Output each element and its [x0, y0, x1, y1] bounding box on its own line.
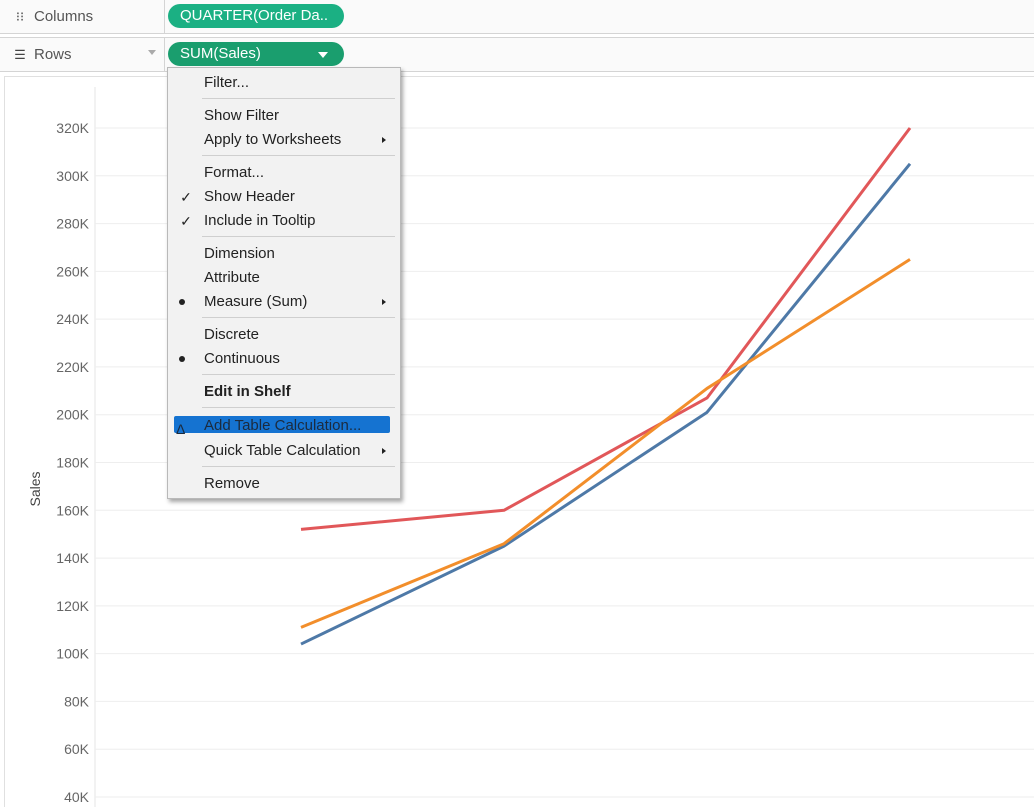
menu-item-format[interactable]: Format...	[168, 161, 400, 185]
y-tick-label: 100K	[56, 646, 89, 662]
y-tick-label: 300K	[56, 168, 89, 184]
y-axis-title: Sales	[27, 471, 43, 506]
menu-item-show-header[interactable]: ✓ Show Header	[168, 185, 400, 209]
columns-pill[interactable]: QUARTER(Order Da..	[168, 4, 344, 28]
menu-item-label: Edit in Shelf	[204, 383, 291, 400]
y-tick-label: 200K	[56, 407, 89, 423]
menu-item-label: Filter...	[204, 74, 250, 91]
menu-separator	[202, 317, 395, 318]
menu-item-label: Include in Tooltip	[204, 212, 316, 229]
rows-shelf-dropdown-icon[interactable]	[148, 50, 156, 55]
y-tick-label: 80K	[64, 693, 90, 709]
menu-separator	[202, 236, 395, 237]
menu-separator	[202, 374, 395, 375]
menu-separator	[202, 407, 395, 408]
menu-item-attribute[interactable]: Attribute	[168, 266, 400, 290]
submenu-arrow-icon	[382, 448, 386, 454]
columns-shelf: ⁝⁝ Columns QUARTER(Order Da..	[0, 0, 1034, 34]
y-tick-label: 160K	[56, 502, 89, 518]
menu-item-continuous[interactable]: Continuous	[168, 347, 400, 371]
menu-item-include-in-tooltip[interactable]: ✓ Include in Tooltip	[168, 209, 400, 233]
selected-dot-icon	[179, 299, 185, 305]
menu-item-show-filter[interactable]: Show Filter	[168, 104, 400, 128]
y-tick-label: 280K	[56, 216, 89, 232]
menu-item-label: Apply to Worksheets	[204, 131, 342, 148]
y-tick-label: 180K	[56, 455, 89, 471]
menu-item-label: Measure (Sum)	[204, 293, 308, 310]
menu-item-label: Add Table Calculation...	[204, 417, 362, 434]
menu-item-discrete[interactable]: Discrete	[168, 323, 400, 347]
menu-item-label: Discrete	[204, 326, 260, 343]
delta-icon: Δ	[176, 421, 186, 437]
menu-item-filter[interactable]: Filter...	[168, 71, 400, 95]
chevron-down-icon[interactable]	[318, 52, 328, 58]
rows-pill-label: SUM(Sales)	[180, 45, 261, 62]
rows-label: Rows	[34, 46, 72, 63]
rows-shelf: ☰ Rows SUM(Sales)	[0, 37, 1034, 72]
columns-icon: ⁝⁝	[15, 8, 25, 24]
menu-item-label: Format...	[204, 164, 265, 181]
menu-item-remove[interactable]: Remove	[168, 472, 400, 496]
checkmark-icon: ✓	[180, 213, 192, 229]
menu-item-label: Dimension	[204, 245, 275, 262]
y-tick-label: 120K	[56, 598, 89, 614]
menu-item-apply-to-worksheets[interactable]: Apply to Worksheets	[168, 128, 400, 152]
menu-item-label: Show Header	[204, 188, 295, 205]
line-chart: 40K 60K 80K 100K 120K 140K 160K 180K 200K 220K 240…	[27, 87, 1034, 807]
y-tick-label: 60K	[64, 741, 90, 757]
menu-item-label: Attribute	[204, 269, 260, 286]
rows-shelf-label: ☰ Rows	[0, 38, 165, 71]
checkmark-icon: ✓	[180, 189, 192, 205]
menu-item-edit-in-shelf[interactable]: Edit in Shelf	[168, 380, 400, 404]
pill-context-menu: Filter... Show Filter Apply to Worksheet…	[167, 67, 401, 499]
rows-pill[interactable]: SUM(Sales)	[168, 42, 344, 66]
y-tick-label: 260K	[56, 263, 89, 279]
y-tick-label: 140K	[56, 550, 89, 566]
selected-dot-icon	[179, 356, 185, 362]
submenu-arrow-icon	[382, 137, 386, 143]
y-tick-label: 220K	[56, 359, 89, 375]
menu-separator	[202, 466, 395, 467]
y-tick-label: 320K	[56, 120, 89, 136]
menu-separator	[202, 155, 395, 156]
y-tick-label: 40K	[64, 789, 90, 805]
columns-shelf-label: ⁝⁝ Columns	[0, 0, 165, 33]
menu-item-label: Show Filter	[204, 107, 280, 124]
view-panel: 40K 60K 80K 100K 120K 140K 160K 180K 200K 220K 240…	[4, 76, 1034, 807]
rows-icon: ☰	[14, 46, 26, 62]
y-tick-label: 240K	[56, 311, 89, 327]
menu-separator	[202, 98, 395, 99]
menu-item-quick-table-calculation[interactable]: Quick Table Calculation	[168, 439, 400, 463]
menu-item-label: Quick Table Calculation	[204, 442, 361, 459]
menu-item-dimension[interactable]: Dimension	[168, 242, 400, 266]
menu-item-add-table-calculation[interactable]: Δ Add Table Calculation...	[168, 414, 400, 438]
menu-item-label: Continuous	[204, 350, 280, 367]
menu-item-label: Remove	[204, 475, 260, 492]
submenu-arrow-icon	[382, 299, 386, 305]
columns-label: Columns	[34, 8, 94, 25]
menu-item-measure[interactable]: Measure (Sum)	[168, 290, 400, 314]
